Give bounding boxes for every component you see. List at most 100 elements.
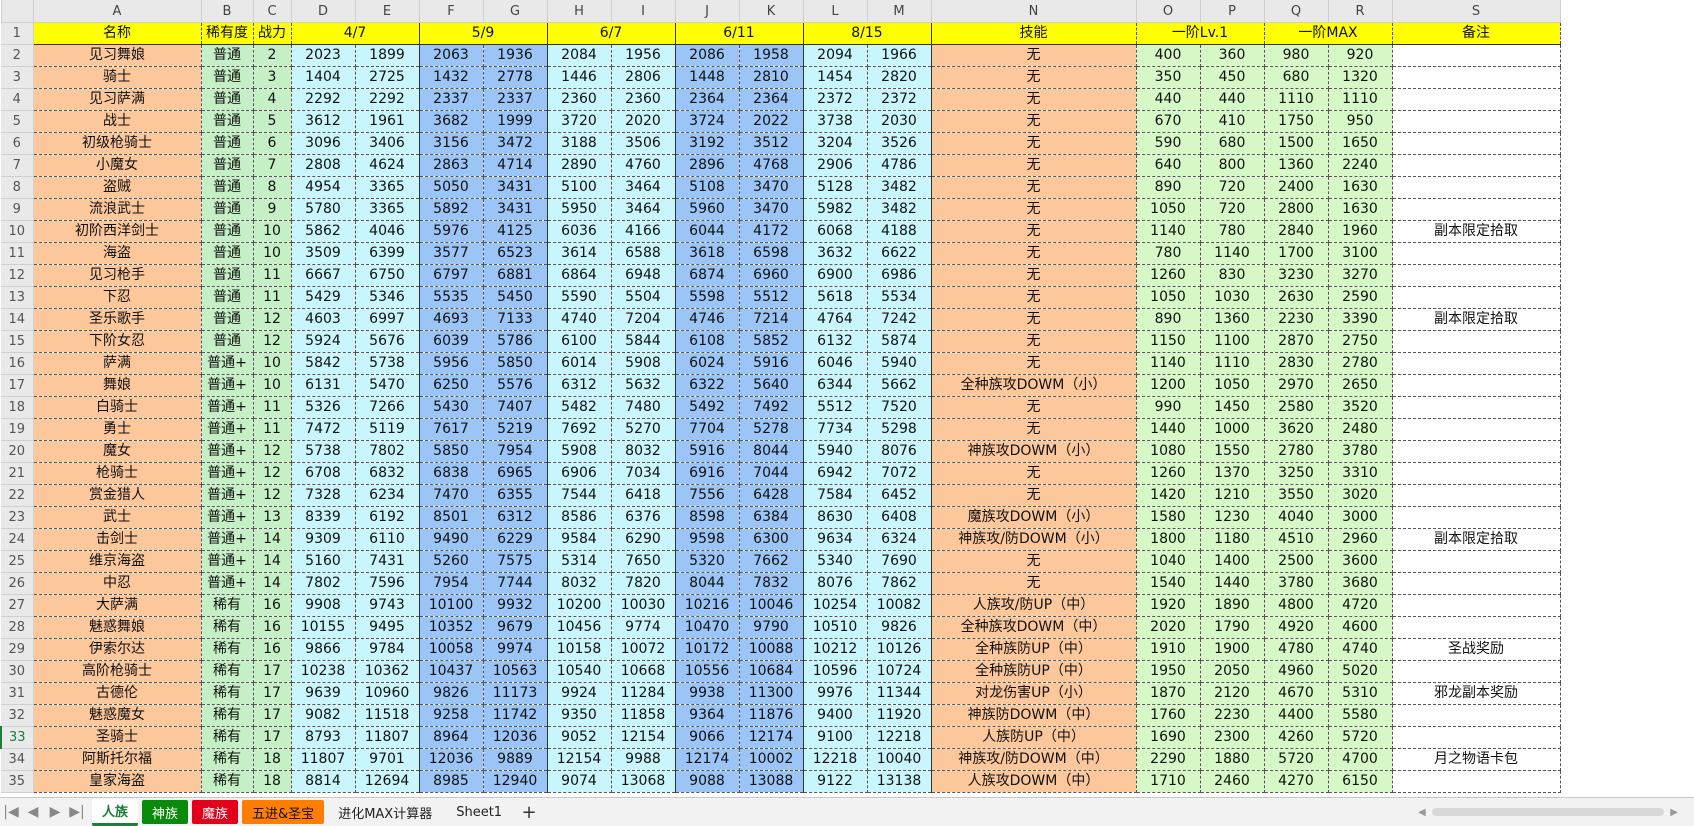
cell-power[interactable]: 4 (253, 88, 292, 111)
cell-power[interactable]: 16 (253, 594, 292, 617)
cell-skill[interactable]: 无 (931, 286, 1137, 309)
cell-stat[interactable]: 640 (1136, 154, 1201, 177)
cell-value[interactable]: 8985 (419, 770, 484, 793)
cell-value[interactable]: 6986 (867, 264, 932, 287)
cell-value[interactable]: 9976 (803, 682, 868, 705)
cell-value[interactable]: 5492 (675, 396, 740, 419)
cell-power[interactable]: 12 (253, 330, 292, 353)
header-name[interactable]: 名称 (33, 22, 202, 45)
cell-value[interactable]: 6428 (739, 484, 804, 507)
cell-value[interactable]: 7584 (803, 484, 868, 507)
cell-stat[interactable]: 2800 (1264, 198, 1329, 221)
cell-skill[interactable]: 无 (931, 352, 1137, 375)
cell-value[interactable]: 8076 (867, 440, 932, 463)
cell-value[interactable]: 2020 (611, 110, 676, 133)
cell-value[interactable]: 6452 (867, 484, 932, 507)
cell-value[interactable]: 9774 (611, 616, 676, 639)
cell-value[interactable]: 10556 (675, 660, 740, 683)
column-header[interactable]: L (802, 0, 868, 23)
row-number[interactable]: 28 (1, 616, 34, 639)
cell-value[interactable]: 3464 (611, 176, 676, 199)
cell-value[interactable]: 2360 (611, 88, 676, 111)
column-header[interactable]: H (546, 0, 612, 23)
cell-note[interactable] (1392, 594, 1561, 617)
cell-value[interactable]: 3431 (483, 176, 548, 199)
cell-value[interactable]: 7072 (867, 462, 932, 485)
cell-stat[interactable]: 2480 (1328, 418, 1393, 441)
cell-value[interactable]: 10596 (803, 660, 868, 683)
header-date[interactable]: 5/9 (419, 22, 548, 45)
cell-stat[interactable]: 2230 (1264, 308, 1329, 331)
cell-value[interactable]: 6797 (419, 264, 484, 287)
cell-stat[interactable]: 1800 (1136, 528, 1201, 551)
cell-stat[interactable]: 1080 (1136, 440, 1201, 463)
header-rarity[interactable]: 稀有度 (201, 22, 254, 45)
cell-stat[interactable]: 780 (1200, 220, 1265, 243)
cell-note[interactable]: 副本限定拾取 (1392, 308, 1561, 331)
cell-power[interactable]: 17 (253, 682, 292, 705)
cell-stat[interactable]: 1580 (1136, 506, 1201, 529)
cell-value[interactable]: 5676 (355, 330, 420, 353)
cell-value[interactable]: 10238 (291, 660, 356, 683)
cell-name[interactable]: 武士 (33, 506, 202, 529)
cell-value[interactable]: 6229 (483, 528, 548, 551)
cell-value[interactable]: 6399 (355, 242, 420, 265)
cell-value[interactable]: 1446 (547, 66, 612, 89)
cell-value[interactable]: 6965 (483, 462, 548, 485)
cell-value[interactable]: 5512 (803, 396, 868, 419)
cell-value[interactable]: 5924 (291, 330, 356, 353)
cell-power[interactable]: 2 (253, 44, 292, 67)
cell-value[interactable]: 9082 (291, 704, 356, 727)
cell-value[interactable]: 5590 (547, 286, 612, 309)
cell-stat[interactable]: 3550 (1264, 484, 1329, 507)
cell-power[interactable]: 18 (253, 770, 292, 793)
cell-stat[interactable]: 1110 (1264, 88, 1329, 111)
cell-stat[interactable]: 1400 (1200, 550, 1265, 573)
cell-skill[interactable]: 无 (931, 44, 1137, 67)
cell-stat[interactable]: 1710 (1136, 770, 1201, 793)
column-header[interactable]: E (354, 0, 420, 23)
cell-note[interactable] (1392, 396, 1561, 419)
cell-value[interactable]: 5260 (419, 550, 484, 573)
cell-value[interactable]: 12036 (419, 748, 484, 771)
cell-value[interactable]: 7242 (867, 308, 932, 331)
cell-stat[interactable]: 440 (1200, 88, 1265, 111)
cell-value[interactable]: 5108 (675, 176, 740, 199)
column-header[interactable]: G (482, 0, 548, 23)
cell-value[interactable]: 5050 (419, 176, 484, 199)
cell-rarity[interactable]: 普通 (201, 176, 254, 199)
cell-value[interactable]: 3204 (803, 132, 868, 155)
cell-value[interactable]: 9826 (419, 682, 484, 705)
cell-name[interactable]: 勇士 (33, 418, 202, 441)
row-number[interactable]: 1 (1, 22, 34, 45)
cell-skill[interactable]: 魔族攻DOWM（小） (931, 506, 1137, 529)
cell-power[interactable]: 11 (253, 286, 292, 309)
cell-value[interactable]: 11920 (867, 704, 932, 727)
cell-rarity[interactable]: 普通 (201, 44, 254, 67)
cell-skill[interactable]: 神族攻DOWM（小） (931, 440, 1137, 463)
cell-value[interactable]: 3577 (419, 242, 484, 265)
cell-rarity[interactable]: 普通+ (201, 550, 254, 573)
cell-stat[interactable]: 1650 (1328, 132, 1393, 155)
cell-value[interactable]: 12174 (739, 726, 804, 749)
cell-value[interactable]: 5640 (739, 374, 804, 397)
cell-stat[interactable]: 1140 (1136, 352, 1201, 375)
cell-value[interactable]: 5430 (419, 396, 484, 419)
cell-value[interactable]: 10540 (547, 660, 612, 683)
cell-stat[interactable]: 1420 (1136, 484, 1201, 507)
cell-value[interactable]: 10030 (611, 594, 676, 617)
cell-skill[interactable]: 神族攻/防DOWM（小） (931, 528, 1137, 551)
cell-name[interactable]: 骑士 (33, 66, 202, 89)
cell-note[interactable] (1392, 704, 1561, 727)
cell-value[interactable]: 7266 (355, 396, 420, 419)
cell-stat[interactable]: 1630 (1328, 176, 1393, 199)
cell-stat[interactable]: 2580 (1264, 396, 1329, 419)
cell-value[interactable]: 10088 (739, 638, 804, 661)
cell-value[interactable]: 6408 (867, 506, 932, 529)
cell-value[interactable]: 9350 (547, 704, 612, 727)
cell-skill[interactable]: 无 (931, 330, 1137, 353)
cell-value[interactable]: 5534 (867, 286, 932, 309)
cell-stat[interactable]: 2290 (1136, 748, 1201, 771)
cell-power[interactable]: 17 (253, 704, 292, 727)
cell-value[interactable]: 4624 (355, 154, 420, 177)
